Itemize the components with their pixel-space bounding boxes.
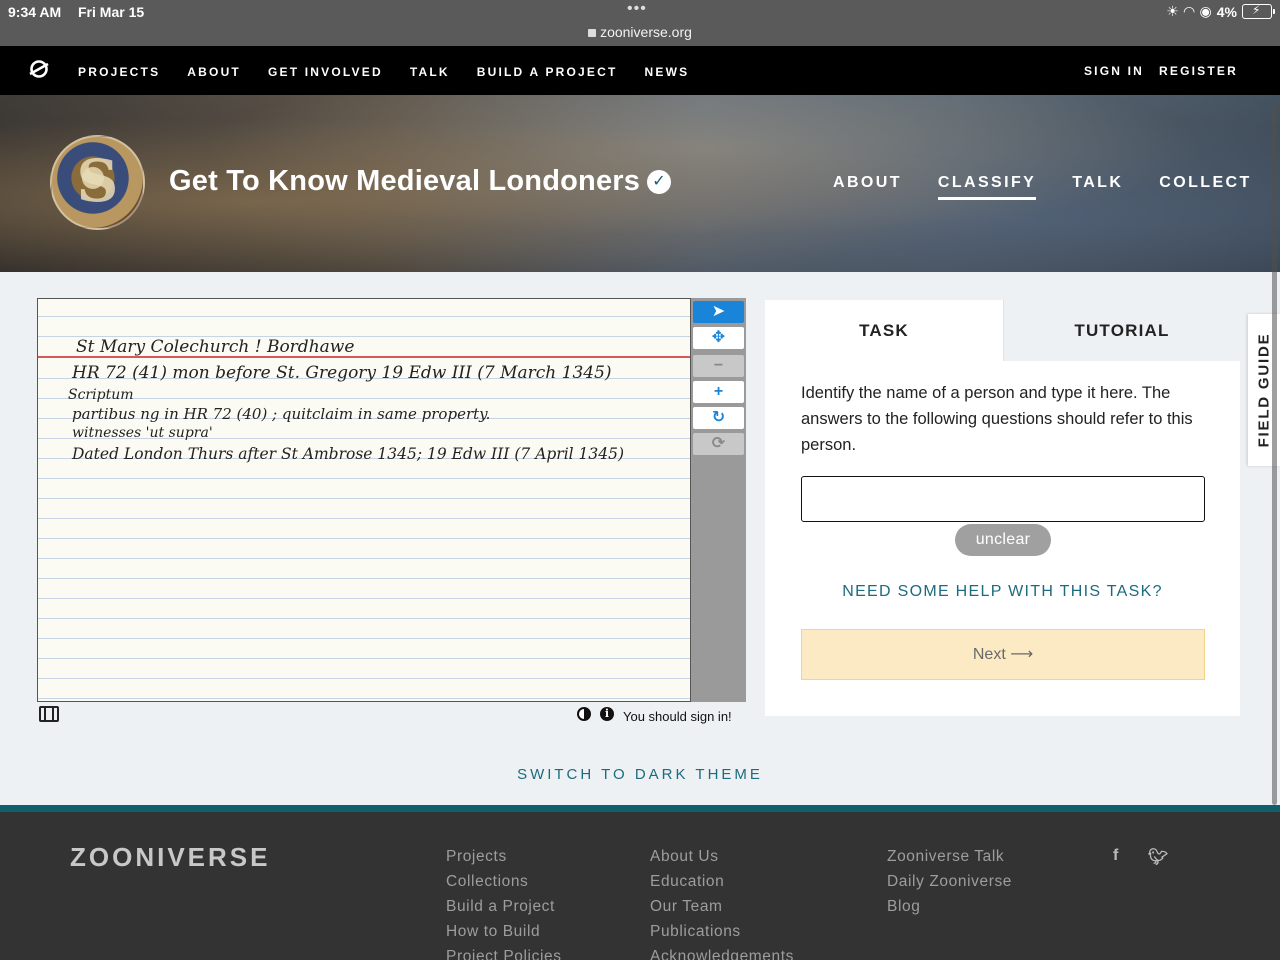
person-name-input[interactable]: [801, 476, 1205, 522]
facebook-icon[interactable]: f: [1113, 847, 1118, 865]
footer-link[interactable]: Collections: [446, 873, 562, 892]
status-time: 9:34 AM: [8, 4, 62, 20]
status-date: Fri Mar 15: [78, 4, 145, 20]
sign-in-message: You should sign in!: [623, 709, 732, 724]
ruled-lines: [38, 299, 690, 701]
status-indicators: ☀ ◠ ◉ 4% ⚡: [1166, 3, 1275, 20]
footer-link[interactable]: Our Team: [650, 898, 794, 917]
task-tabs: TASK TUTORIAL: [765, 300, 1240, 361]
pointer-tool-button[interactable]: ➤: [693, 301, 744, 323]
project-nav: ABOUT CLASSIFY TALK COLLECT: [833, 174, 1280, 200]
footer-link[interactable]: Projects: [446, 848, 562, 867]
move-tool-button[interactable]: ✥: [693, 327, 744, 349]
nav-link-get-involved[interactable]: GET INVOLVED: [268, 65, 383, 79]
footer-link[interactable]: Project Policies: [446, 948, 562, 960]
tab-tutorial[interactable]: TUTORIAL: [1003, 300, 1240, 361]
task-question: Identify the name of a person and type i…: [801, 384, 1193, 454]
info-icon[interactable]: i: [600, 707, 614, 721]
nav-link-build-a-project[interactable]: BUILD A PROJECT: [477, 65, 618, 79]
handwriting-line: HR 72 (41) mon before St. Gregory 19 Edw…: [72, 363, 612, 383]
battery-icon: ⚡: [1242, 3, 1275, 19]
zoom-out-icon: −: [713, 357, 724, 374]
verified-check-icon: ✓: [647, 170, 671, 194]
rotate-button[interactable]: ↻: [693, 407, 744, 429]
handwriting-line: Scriptum: [68, 387, 134, 403]
project-tab-classify[interactable]: CLASSIFY: [937, 174, 1037, 200]
next-button[interactable]: Next ⟶: [801, 629, 1205, 680]
task-help-link[interactable]: NEED SOME HELP WITH THIS TASK?: [765, 583, 1240, 601]
footer-column-projects: Projects Collections Build a Project How to…: [446, 848, 562, 960]
lock-icon: [588, 29, 597, 37]
site-footer: ZOONIVERSE Projects Collections Build a Pr…: [0, 812, 1280, 960]
viewer-footer: i You should sign in!: [37, 704, 747, 726]
footer-link[interactable]: Daily Zooniverse: [887, 873, 1012, 892]
viewer-toolbar: ➤ ✥ − + ↻ ⟳: [691, 298, 746, 702]
handwriting-line: Dated London Thurs after St Ambrose 1345…: [72, 445, 625, 463]
handwriting-line: St Mary Colechurch ! Bordhawe: [76, 337, 355, 357]
unclear-button[interactable]: unclear: [955, 524, 1051, 556]
tab-task[interactable]: TASK: [765, 300, 1003, 361]
footer-divider: [0, 805, 1280, 812]
project-tab-talk[interactable]: TALK: [1072, 174, 1123, 200]
footer-link[interactable]: Blog: [887, 898, 1012, 917]
nav-link-news[interactable]: NEWS: [645, 65, 690, 79]
address-bar[interactable]: zooniverse.org: [0, 24, 1280, 40]
move-icon: ✥: [711, 329, 726, 346]
handwriting-line: witnesses 'ut supra': [72, 425, 213, 441]
zooniverse-logo-icon[interactable]: [28, 58, 50, 80]
orientation-lock-icon: ◉: [1199, 3, 1212, 19]
nav-link-about[interactable]: ABOUT: [187, 65, 241, 79]
zoom-in-icon: +: [713, 383, 724, 400]
footer-link[interactable]: Education: [650, 873, 794, 892]
site-nav: PROJECTS ABOUT GET INVOLVED TALK BUILD A PRO…: [0, 46, 1280, 95]
project-tab-about[interactable]: ABOUT: [833, 174, 902, 200]
address-url: zooniverse.org: [600, 24, 692, 40]
battery-percent: 4%: [1216, 3, 1237, 20]
charging-icon: ⚡: [1252, 3, 1261, 17]
contrast-icon[interactable]: [577, 707, 591, 721]
footer-column-talk: Zooniverse Talk Daily Zooniverse Blog: [887, 848, 1012, 923]
sign-in-link[interactable]: SIGN IN: [1084, 64, 1144, 78]
wifi-icon: ◠: [1183, 3, 1195, 19]
reset-button[interactable]: ⟳: [693, 433, 744, 455]
task-panel: TASK TUTORIAL Identify the name of a per…: [765, 300, 1240, 716]
avatar-initial-image: S: [76, 147, 119, 215]
nav-link-projects[interactable]: PROJECTS: [78, 65, 160, 79]
footer-link[interactable]: About Us: [650, 848, 794, 867]
register-link[interactable]: REGISTER: [1159, 64, 1238, 78]
device-status-bar: 9:34 AM Fri Mar 15 ••• zooniverse.org ☀ …: [0, 0, 1280, 46]
rotate-icon: ↻: [711, 409, 726, 426]
handwriting-line: partibus ng in HR 72 (40) ; quitclaim in…: [72, 405, 491, 423]
film-strip-icon[interactable]: [39, 706, 59, 722]
zoom-in-button[interactable]: +: [693, 381, 744, 403]
footer-link[interactable]: Build a Project: [446, 898, 562, 917]
loading-icon: ☀: [1166, 3, 1179, 19]
project-avatar[interactable]: S: [50, 135, 145, 230]
multitask-dots-icon[interactable]: •••: [627, 0, 647, 18]
zoom-out-button[interactable]: −: [693, 355, 744, 377]
footer-link[interactable]: How to Build: [446, 923, 562, 942]
nav-link-talk[interactable]: TALK: [410, 65, 450, 79]
project-tab-collect[interactable]: COLLECT: [1159, 174, 1251, 200]
footer-logo[interactable]: ZOONIVERSE: [70, 842, 270, 873]
page-scrollbar[interactable]: [1272, 105, 1277, 805]
project-header: S Get To Know Medieval Londoners ✓ ABOUT…: [0, 95, 1280, 272]
site-nav-links: PROJECTS ABOUT GET INVOLVED TALK BUILD A PRO…: [78, 65, 716, 79]
footer-link[interactable]: Zooniverse Talk: [887, 848, 1012, 867]
project-title[interactable]: Get To Know Medieval Londoners: [169, 165, 640, 198]
subject-image[interactable]: St Mary Colechurch ! Bordhawe HR 72 (41)…: [37, 298, 691, 702]
footer-column-about: About Us Education Our Team Publications Ack…: [650, 848, 794, 960]
switch-dark-theme-button[interactable]: SWITCH TO DARK THEME: [0, 766, 1280, 783]
auth-links: SIGN IN REGISTER: [1084, 64, 1238, 78]
footer-link[interactable]: Acknowledgements: [650, 948, 794, 960]
pointer-icon: ➤: [711, 303, 726, 320]
footer-link[interactable]: Publications: [650, 923, 794, 942]
field-guide-label: FIELD GUIDE: [1255, 332, 1273, 448]
reset-icon: ⟳: [711, 435, 726, 452]
twitter-icon[interactable]: 🐦︎: [1148, 847, 1168, 867]
